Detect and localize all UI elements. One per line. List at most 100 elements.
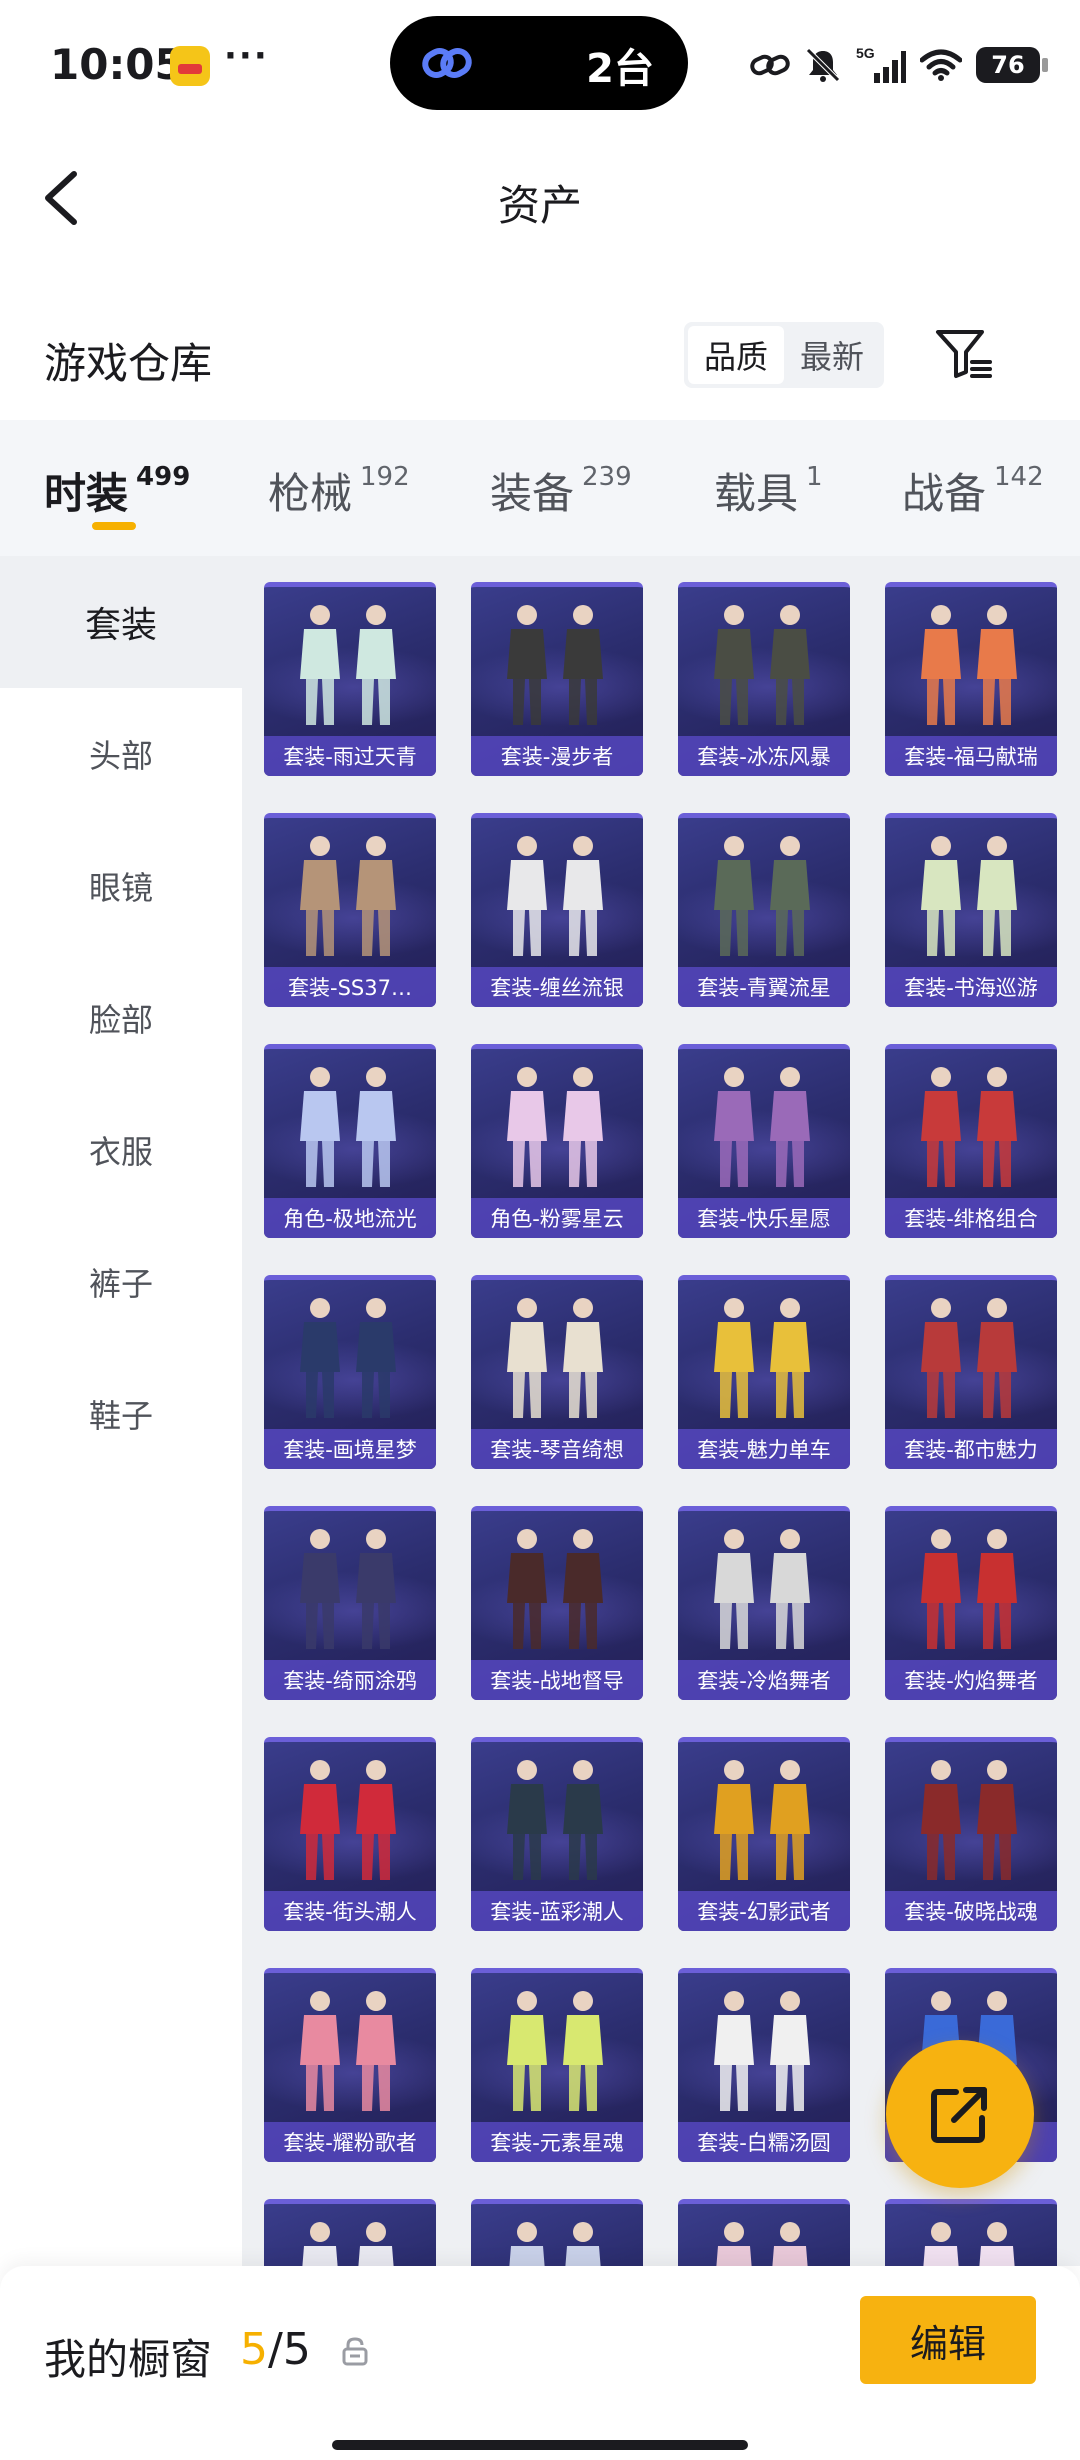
sort-quality-option[interactable]: 品质 [688,326,784,384]
tab-vehicles[interactable]: 载具 1 [714,460,823,521]
outfit-figure-icon [921,1298,1017,1418]
tab-label: 战备 [902,469,987,518]
item-card-label: 套装-福马献瑞 [885,736,1057,776]
item-card[interactable]: 套装-灼焰舞者 [885,1506,1057,1700]
item-card-label: 套装-白糯汤圆 [678,2122,850,2162]
item-card-label: 套装-幻影武者 [678,1891,850,1931]
status-bar: 10:05 ··· 2台 5G 76 [0,0,1080,130]
sub-nav-suits[interactable]: 套装 [0,556,242,688]
item-card-label: 套装-蓝彩潮人 [471,1891,643,1931]
link-icon [422,48,472,78]
item-card[interactable]: 套装-战地督导 [471,1506,643,1700]
item-card-label: 套装-SS37… [264,967,436,1007]
tab-equipment[interactable]: 装备 239 [490,460,632,521]
item-card[interactable]: 角色-极地流光 [264,1044,436,1238]
item-card[interactable]: 套装-破晓战魂 [885,1737,1057,1931]
item-card-label: 套装-冰冻风暴 [678,736,850,776]
item-card[interactable]: 套装-福马献瑞 [885,582,1057,776]
more-notifications-icon: ··· [224,36,269,76]
share-button[interactable] [886,2040,1034,2188]
item-card[interactable]: 套装-绯格组合 [885,1044,1057,1238]
item-card[interactable]: 套装-冷焰舞者 [678,1506,850,1700]
sort-latest-option[interactable]: 最新 [784,326,880,384]
outfit-figure-icon [714,1298,810,1418]
outfit-figure-icon [300,1067,396,1187]
item-card-label: 套装-破晓战魂 [885,1891,1057,1931]
item-card[interactable]: 套装-冰冻风暴 [678,582,850,776]
outfit-figure-icon [300,1298,396,1418]
item-card[interactable]: 套装-元素星魂 [471,1968,643,2162]
outfit-figure-icon [714,1067,810,1187]
item-card[interactable]: 套装-幻影武者 [678,1737,850,1931]
outfit-figure-icon [507,1067,603,1187]
sub-nav-shoes[interactable]: 鞋子 [0,1348,242,1480]
item-card-label: 套装-冷焰舞者 [678,1660,850,1700]
item-card[interactable]: 套装-快乐星愿 [678,1044,850,1238]
active-tab-indicator [92,522,136,530]
item-card[interactable]: 套装-书海巡游 [885,813,1057,1007]
outfit-figure-icon [921,1067,1017,1187]
outfit-figure-icon [300,605,396,725]
tab-count: 499 [136,462,191,492]
item-card[interactable]: 套装-都市魅力 [885,1275,1057,1469]
item-card[interactable]: 套装-绮丽涂鸦 [264,1506,436,1700]
outfit-figure-icon [921,605,1017,725]
link-status-icon [750,54,790,76]
section-title: 游戏仓库 [44,339,213,388]
sub-nav-pants[interactable]: 裤子 [0,1216,242,1348]
item-card[interactable]: 套装-画境星梦 [264,1275,436,1469]
sort-toggle: 品质 最新 [684,322,884,388]
outfit-figure-icon [716,2222,808,2266]
tab-count: 239 [582,462,632,492]
outfit-figure-icon [714,1529,810,1649]
outfit-figure-icon [507,605,603,725]
tab-label: 时装 [44,469,129,518]
lock-icon [342,2337,368,2366]
tab-count: 142 [994,462,1044,492]
item-card[interactable]: 套装-街头潮人 [264,1737,436,1931]
item-card[interactable]: 套装-漫步者 [471,582,643,776]
item-card[interactable]: 套装-白糯汤圆 [678,1968,850,2162]
item-card[interactable]: 套装-缠丝流银 [471,813,643,1007]
tab-label: 装备 [490,469,575,518]
filter-button[interactable] [934,326,994,382]
network-type: 5G [856,45,875,61]
item-card-label: 套装-漫步者 [471,736,643,776]
item-card[interactable]: 套装-蓝彩潮人 [471,1737,643,1931]
item-card[interactable]: 套装-雨过天青 [264,582,436,776]
tab-guns[interactable]: 枪械 192 [268,460,410,521]
tab-supplies[interactable]: 战备 142 [902,460,1044,521]
outfit-figure-icon [300,1529,396,1649]
item-card-label: 套装-缠丝流银 [471,967,643,1007]
item-card-label: 套装-雨过天青 [264,736,436,776]
item-card[interactable]: 套装-耀粉歌者 [264,1968,436,2162]
item-card[interactable]: 套装-琴音绮想 [471,1275,643,1469]
item-card-label: 套装-街头潮人 [264,1891,436,1931]
item-card-label: 套装-琴音绮想 [471,1429,643,1469]
outfit-figure-icon [507,1529,603,1649]
item-card[interactable] [885,2199,1057,2266]
sub-nav-face[interactable]: 脸部 [0,952,242,1084]
status-time: 10:05 [50,40,184,89]
sub-nav-glasses[interactable]: 眼镜 [0,820,242,952]
item-card[interactable] [678,2199,850,2266]
item-card[interactable] [264,2199,436,2266]
item-card[interactable] [471,2199,643,2266]
dynamic-island[interactable]: 2台 [390,16,688,110]
edit-button[interactable]: 编辑 [860,2296,1036,2384]
item-card[interactable]: 套装-SS37… [264,813,436,1007]
cellular-signal-icon: 5G [856,45,906,83]
tab-fashion[interactable]: 时装 499 [44,460,190,521]
showcase-separator: / [268,2324,283,2375]
item-card[interactable]: 套装-魅力单车 [678,1275,850,1469]
sub-nav-clothes[interactable]: 衣服 [0,1084,242,1216]
item-card[interactable]: 角色-粉雾星云 [471,1044,643,1238]
item-card[interactable]: 套装-青翼流星 [678,813,850,1007]
outfit-figure-icon [714,605,810,725]
sub-nav-head[interactable]: 头部 [0,688,242,820]
item-card-label: 套装-战地督导 [471,1660,643,1700]
outfit-figure-icon [714,1991,810,2111]
battery-indicator: 76 [976,47,1048,83]
home-indicator [332,2440,748,2450]
item-card-label: 套装-耀粉歌者 [264,2122,436,2162]
